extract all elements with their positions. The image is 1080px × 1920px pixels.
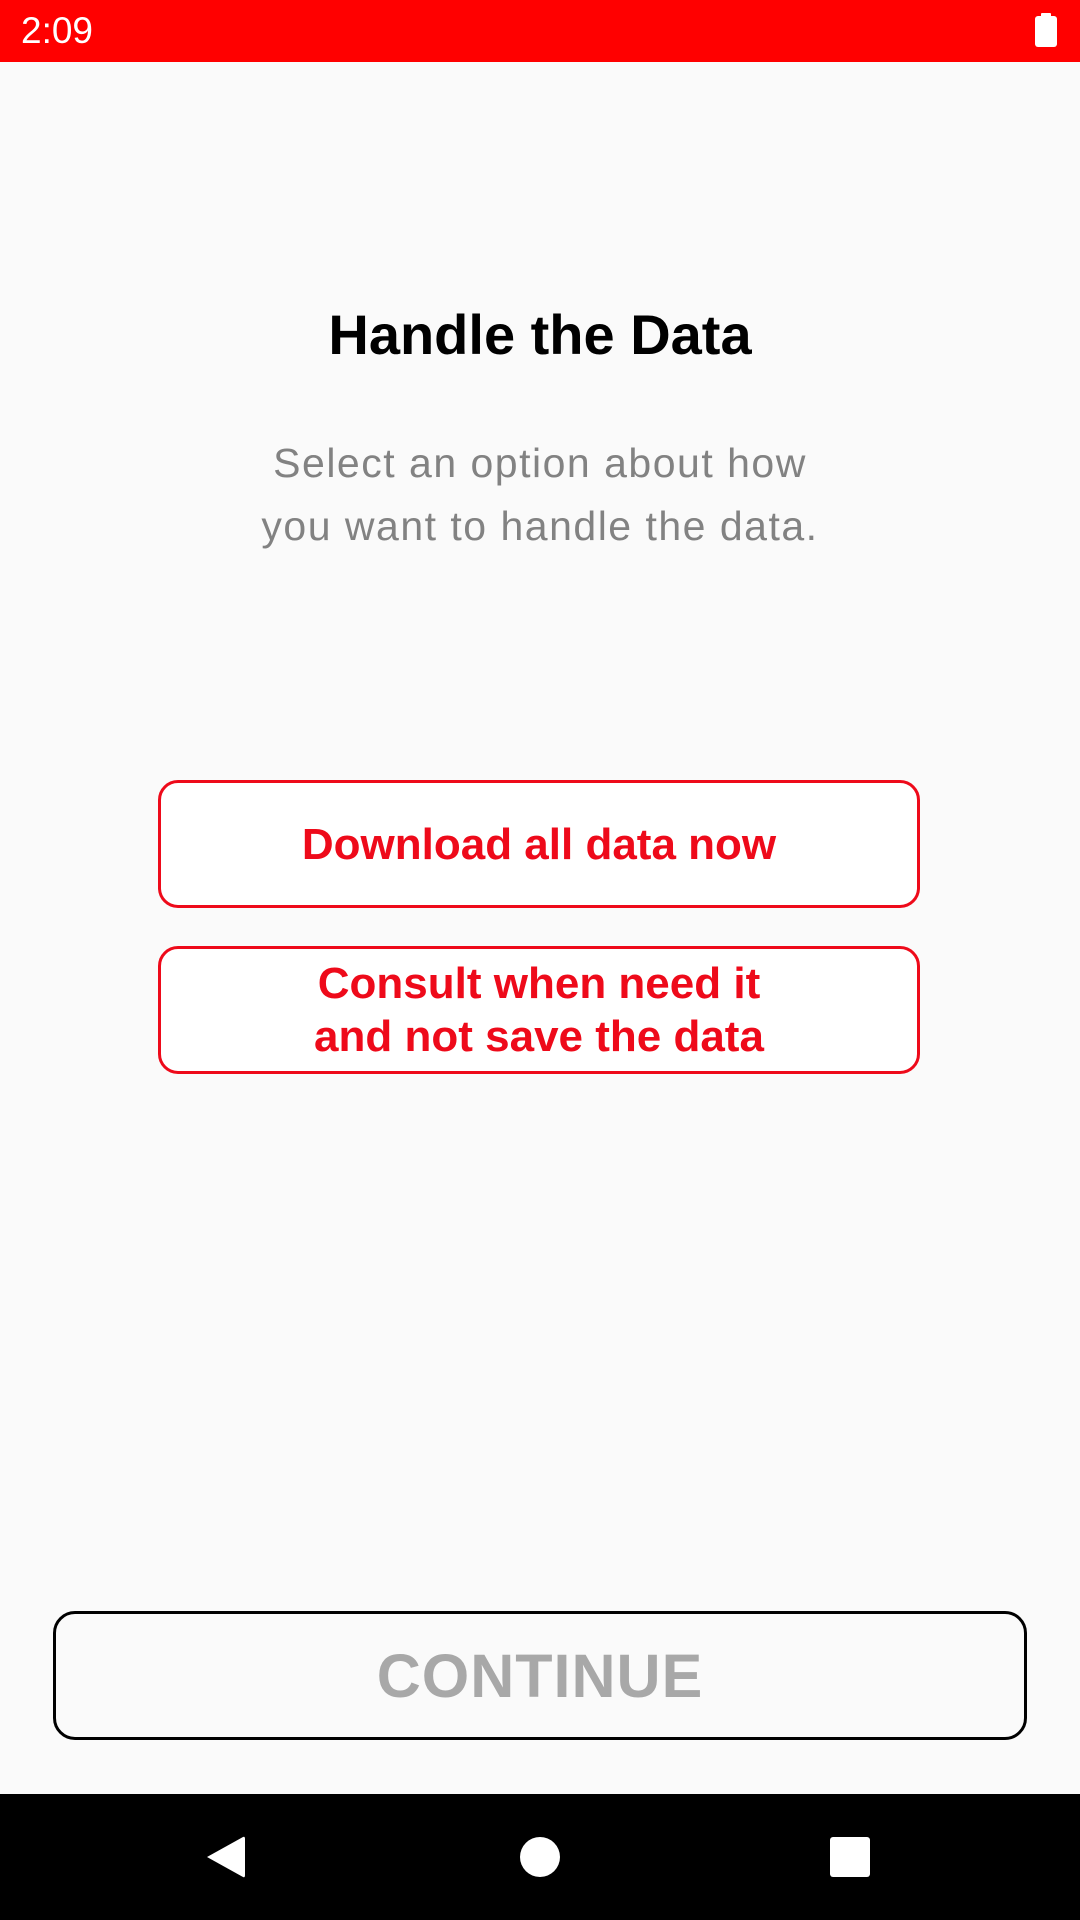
- home-circle-icon: [520, 1837, 560, 1877]
- nav-back-button[interactable]: [165, 1794, 285, 1920]
- screen: 2:09 Handle the Data Select an option ab…: [0, 0, 1080, 1920]
- back-triangle-icon: [207, 1836, 245, 1878]
- status-bar: 2:09: [0, 0, 1080, 62]
- status-time: 2:09: [21, 10, 94, 51]
- continue-button[interactable]: CONTINUE: [53, 1611, 1027, 1740]
- page-title: Handle the Data: [328, 303, 752, 366]
- navigation-bar: [0, 1794, 1080, 1920]
- download-all-data-button[interactable]: Download all data now: [158, 780, 920, 908]
- battery-full-icon: [1035, 13, 1057, 47]
- recents-square-icon: [830, 1837, 870, 1877]
- nav-home-button[interactable]: [480, 1794, 600, 1920]
- main-content: Handle the Data Select an option about h…: [0, 62, 1080, 1794]
- page-subtitle: Select an option about how you want to h…: [261, 440, 819, 549]
- consult-when-needed-button[interactable]: Consult when need it and not save the da…: [158, 946, 920, 1074]
- nav-recents-button[interactable]: [790, 1794, 910, 1920]
